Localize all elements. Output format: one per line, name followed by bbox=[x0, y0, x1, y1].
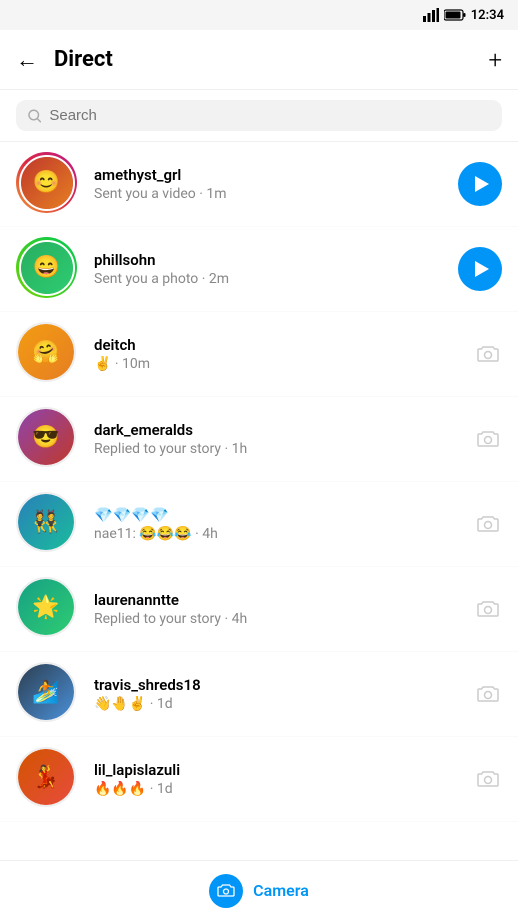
avatar-wrap: 👯 bbox=[16, 492, 80, 556]
message-preview: 🔥🔥🔥 · 1d bbox=[94, 781, 460, 797]
page-title: Direct bbox=[54, 47, 113, 72]
username: deitch bbox=[94, 336, 460, 354]
status-time: 12:34 bbox=[471, 8, 504, 23]
message-content: deitch ✌️ · 10m bbox=[94, 336, 460, 372]
search-wrap bbox=[16, 100, 502, 131]
header-left: ← Direct bbox=[16, 47, 113, 73]
username: dark_emeralds bbox=[94, 421, 460, 439]
message-content: travis_shreds18 👋🤚✌️ · 1d bbox=[94, 676, 460, 712]
search-icon bbox=[28, 109, 41, 123]
avatar: 💃 bbox=[18, 749, 74, 805]
username: lil_lapislazuli bbox=[94, 761, 460, 779]
camera-label: Camera bbox=[253, 881, 309, 900]
battery-icon bbox=[444, 9, 466, 21]
avatar: 😎 bbox=[18, 409, 74, 465]
avatar: 🏄 bbox=[18, 664, 74, 720]
avatar-wrap: 💃 bbox=[16, 747, 80, 811]
username: amethyst_grl bbox=[94, 166, 444, 184]
message-content: 💎💎💎💎 nae11: 😂😂😂 · 4h bbox=[94, 506, 460, 542]
avatar: 😊 bbox=[21, 157, 73, 209]
camera-action-icon[interactable] bbox=[474, 595, 502, 623]
avatar: 🤗 bbox=[18, 324, 74, 380]
search-input[interactable] bbox=[49, 107, 490, 124]
back-button[interactable]: ← bbox=[16, 47, 38, 73]
play-icon bbox=[475, 261, 489, 277]
username: travis_shreds18 bbox=[94, 676, 460, 694]
message-preview: Replied to your story · 1h bbox=[94, 441, 460, 457]
camera-icon bbox=[475, 768, 501, 790]
message-content: phillsohn Sent you a photo · 2m bbox=[94, 251, 444, 287]
message-preview: ✌️ · 10m bbox=[94, 356, 460, 372]
message-preview: Sent you a video · 1m bbox=[94, 186, 444, 202]
avatar-wrap: 😄 bbox=[16, 237, 80, 301]
search-bar bbox=[0, 90, 518, 142]
list-item[interactable]: 🌟 laurenanntte Replied to your story · 4… bbox=[0, 567, 518, 652]
camera-icon bbox=[475, 428, 501, 450]
camera-icon-btn[interactable] bbox=[209, 874, 243, 908]
camera-icon bbox=[217, 883, 235, 899]
message-content: lil_lapislazuli 🔥🔥🔥 · 1d bbox=[94, 761, 460, 797]
bottom-bar[interactable]: Camera bbox=[0, 860, 518, 920]
message-preview: Replied to your story · 4h bbox=[94, 611, 460, 627]
camera-action-icon[interactable] bbox=[474, 340, 502, 368]
list-item[interactable]: 🏄 travis_shreds18 👋🤚✌️ · 1d bbox=[0, 652, 518, 737]
username: phillsohn bbox=[94, 251, 444, 269]
avatar-wrap: 😊 bbox=[16, 152, 80, 216]
list-item[interactable]: 🤗 deitch ✌️ · 10m bbox=[0, 312, 518, 397]
message-preview: Sent you a photo · 2m bbox=[94, 271, 444, 287]
list-item[interactable]: 💃 lil_lapislazuli 🔥🔥🔥 · 1d bbox=[0, 737, 518, 822]
message-content: amethyst_grl Sent you a video · 1m bbox=[94, 166, 444, 202]
camera-icon bbox=[475, 683, 501, 705]
avatar: 🌟 bbox=[18, 579, 74, 635]
camera-action-icon[interactable] bbox=[474, 425, 502, 453]
avatar: 😄 bbox=[21, 242, 73, 294]
username: laurenanntte bbox=[94, 591, 460, 609]
header: ← Direct + bbox=[0, 30, 518, 90]
camera-action-icon[interactable] bbox=[474, 765, 502, 793]
camera-icon bbox=[475, 598, 501, 620]
camera-action-icon[interactable] bbox=[474, 510, 502, 538]
camera-icon bbox=[475, 343, 501, 365]
avatar-wrap: 😎 bbox=[16, 407, 80, 471]
message-content: laurenanntte Replied to your story · 4h bbox=[94, 591, 460, 627]
list-item[interactable]: 😄 phillsohn Sent you a photo · 2m bbox=[0, 227, 518, 312]
play-button[interactable] bbox=[458, 162, 502, 206]
camera-action-icon[interactable] bbox=[474, 680, 502, 708]
avatar: 👯 bbox=[18, 494, 74, 550]
list-item[interactable]: 😊 amethyst_grl Sent you a video · 1m bbox=[0, 142, 518, 227]
camera-icon bbox=[475, 513, 501, 535]
avatar-wrap: 🤗 bbox=[16, 322, 80, 386]
status-icons: 12:34 bbox=[423, 8, 504, 23]
avatar-wrap: 🌟 bbox=[16, 577, 80, 641]
signal-icon bbox=[423, 8, 439, 22]
list-item[interactable]: 😎 dark_emeralds Replied to your story · … bbox=[0, 397, 518, 482]
message-preview: 👋🤚✌️ · 1d bbox=[94, 696, 460, 712]
list-item[interactable]: 👯 💎💎💎💎 nae11: 😂😂😂 · 4h bbox=[0, 482, 518, 567]
new-message-button[interactable]: + bbox=[488, 46, 502, 74]
status-bar: 12:34 bbox=[0, 0, 518, 30]
message-list: 😊 amethyst_grl Sent you a video · 1m 😄 p… bbox=[0, 142, 518, 822]
username: 💎💎💎💎 bbox=[94, 506, 460, 524]
message-preview: nae11: 😂😂😂 · 4h bbox=[94, 526, 460, 542]
message-content: dark_emeralds Replied to your story · 1h bbox=[94, 421, 460, 457]
play-button[interactable] bbox=[458, 247, 502, 291]
avatar-wrap: 🏄 bbox=[16, 662, 80, 726]
play-icon bbox=[475, 176, 489, 192]
